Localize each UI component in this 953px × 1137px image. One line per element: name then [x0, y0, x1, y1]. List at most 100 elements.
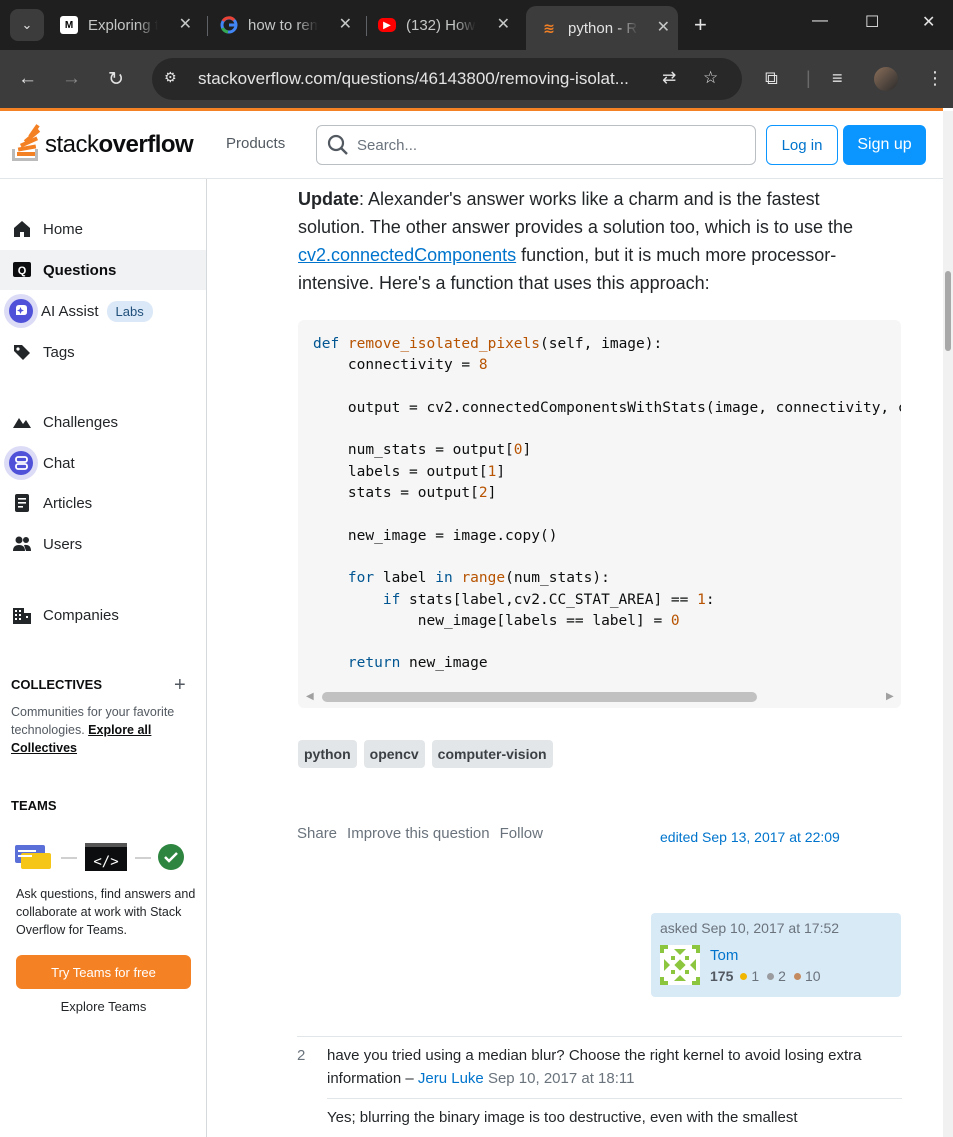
comment-user-link[interactable]: Jeru Luke — [418, 1070, 484, 1087]
tag-list: python opencv computer-vision — [298, 740, 553, 768]
sidebar-item-tags[interactable]: Tags — [0, 332, 206, 372]
try-teams-button[interactable]: Try Teams for free — [16, 955, 191, 989]
teams-description: Ask questions, find answers and collabor… — [16, 887, 196, 937]
scroll-left-icon[interactable]: ◀ — [306, 691, 314, 702]
code-block[interactable]: def remove_isolated_pixels(self, image):… — [298, 320, 901, 708]
tag-opencv[interactable]: opencv — [363, 740, 425, 768]
articles-icon — [12, 493, 32, 513]
question-body: Update: Alexander's answer works like a … — [207, 179, 943, 1137]
maximize-icon[interactable]: ☐ — [865, 12, 879, 32]
question-owner-card: asked Sep 10, 2017 at 17:52 Tom 175 1 2 … — [651, 913, 901, 997]
tab-title: how to remove — [248, 16, 318, 34]
tab-title: Exploring the — [88, 16, 158, 34]
login-button[interactable]: Log in — [766, 125, 838, 165]
browser-tab-4[interactable]: ≋ python - Remo ✕ — [526, 6, 678, 50]
window-close-icon[interactable]: ✕ — [922, 12, 935, 32]
site-settings-icon[interactable]: ⚙ — [164, 69, 184, 89]
forward-icon[interactable]: → — [62, 68, 81, 90]
explore-teams-link[interactable]: Explore Teams — [16, 999, 191, 1014]
tag-icon — [12, 342, 32, 362]
comment-date: Sep 10, 2017 at 18:11 — [487, 1070, 635, 1087]
search-icon — [327, 134, 348, 155]
tab-search-button[interactable]: ⌄ — [10, 9, 44, 41]
browser-tab-2[interactable]: how to remove ✕ — [220, 8, 360, 42]
silver-badge-icon — [767, 972, 775, 980]
sidebar-item-companies[interactable]: Companies — [0, 595, 206, 635]
sidebar-item-ai-assist[interactable]: AI Assist Labs — [0, 291, 206, 331]
sidebar-item-label: AI Assist — [41, 302, 99, 320]
back-icon[interactable]: ← — [18, 68, 37, 90]
left-sidebar: Home Q Questions AI Assist Labs Tags Chal… — [0, 179, 207, 1137]
home-icon — [12, 219, 32, 239]
address-bar[interactable]: ⚙ stackoverflow.com/questions/46143800/r… — [152, 58, 742, 100]
tab-title: (132) How to — [406, 16, 476, 34]
browser-menu-icon[interactable]: ⋮ — [926, 68, 944, 89]
media-controls-icon[interactable]: ≡ — [832, 68, 843, 89]
minimize-icon[interactable]: — — [812, 12, 828, 30]
reload-icon[interactable]: ↻ — [108, 68, 124, 91]
user-reputation: 175 1 2 10 — [710, 968, 821, 984]
new-tab-button[interactable]: + — [694, 12, 707, 38]
code-horizontal-scrollbar[interactable]: ◀ ▶ — [302, 690, 897, 702]
close-icon[interactable]: ✕ — [497, 14, 510, 34]
url-text[interactable]: stackoverflow.com/questions/46143800/rem… — [198, 69, 658, 89]
edited-timestamp[interactable]: edited Sep 13, 2017 at 22:09 — [660, 829, 840, 845]
comment-score: 2 — [297, 1047, 306, 1064]
browser-tab-strip: ⌄ M Exploring the ✕ how to remove ✕ ▶ (1… — [0, 0, 953, 50]
sidebar-item-users[interactable]: Users — [0, 524, 206, 564]
close-icon[interactable]: ✕ — [179, 14, 192, 34]
logo-text-bold: overflow — [98, 131, 194, 158]
sidebar-item-chat[interactable]: Chat — [0, 443, 206, 483]
extensions-icon[interactable]: ⧉ — [765, 68, 778, 89]
user-avatar[interactable] — [660, 945, 700, 985]
scrollbar-thumb[interactable] — [322, 692, 757, 702]
tag-computer-vision[interactable]: computer-vision — [431, 740, 553, 768]
ai-assist-icon — [4, 294, 38, 328]
comments-divider — [297, 1036, 902, 1037]
sidebar-item-articles[interactable]: Articles — [0, 483, 206, 523]
teams-heading: TEAMS — [11, 798, 57, 813]
user-name-link[interactable]: Tom — [710, 947, 738, 964]
improve-question-link[interactable]: Improve this question — [347, 825, 490, 842]
follow-link[interactable]: Follow — [500, 825, 543, 842]
profile-avatar[interactable] — [874, 67, 898, 91]
stackoverflow-logo[interactable]: stackoverflow — [10, 124, 194, 163]
sidebar-item-label: Chat — [43, 454, 75, 472]
page-scrollbar[interactable] — [943, 111, 953, 1137]
users-icon — [12, 534, 32, 554]
close-icon[interactable]: ✕ — [657, 17, 670, 37]
page-scrollbar-thumb[interactable] — [945, 271, 951, 351]
tag-python[interactable]: python — [298, 740, 357, 768]
browser-tab-1[interactable]: M Exploring the ✕ — [60, 8, 200, 42]
teams-illustration: </> — [15, 841, 190, 873]
stackoverflow-logo-icon — [10, 124, 42, 163]
site-search[interactable] — [316, 125, 756, 165]
signup-button[interactable]: Sign up — [843, 125, 926, 165]
collectives-description: Communities for your favorite technologi… — [11, 705, 175, 755]
scroll-right-icon[interactable]: ▶ — [886, 691, 894, 702]
close-icon[interactable]: ✕ — [339, 14, 352, 34]
sidebar-item-label: Tags — [43, 343, 75, 361]
connected-components-link[interactable]: cv2.connectedComponents — [298, 245, 516, 265]
browser-tab-3[interactable]: ▶ (132) How to ✕ — [378, 8, 518, 42]
sidebar-item-label: Questions — [43, 261, 117, 279]
sidebar-item-label: Challenges — [43, 413, 119, 431]
stackoverflow-icon: ≋ — [543, 19, 555, 36]
bronze-badge-icon — [793, 972, 801, 980]
logo-text: stack — [45, 131, 99, 158]
translate-icon[interactable]: ⇄ — [662, 68, 676, 88]
post-menu: Share Improve this question Follow — [297, 825, 543, 842]
sidebar-item-questions[interactable]: Q Questions — [0, 250, 206, 290]
svg-text:Q: Q — [18, 265, 27, 277]
share-link[interactable]: Share — [297, 825, 337, 842]
labs-badge: Labs — [106, 300, 153, 322]
plus-icon[interactable]: + — [174, 674, 186, 697]
update-paragraph: Update: Alexander's answer works like a … — [298, 189, 853, 293]
products-menu[interactable]: Products — [226, 135, 285, 152]
questions-icon: Q — [12, 260, 32, 280]
sidebar-item-challenges[interactable]: Challenges — [0, 402, 206, 442]
sidebar-item-home[interactable]: Home — [0, 209, 206, 249]
bookmark-star-icon[interactable]: ☆ — [703, 68, 718, 88]
search-input[interactable] — [357, 133, 737, 157]
chat-icon — [4, 446, 38, 480]
